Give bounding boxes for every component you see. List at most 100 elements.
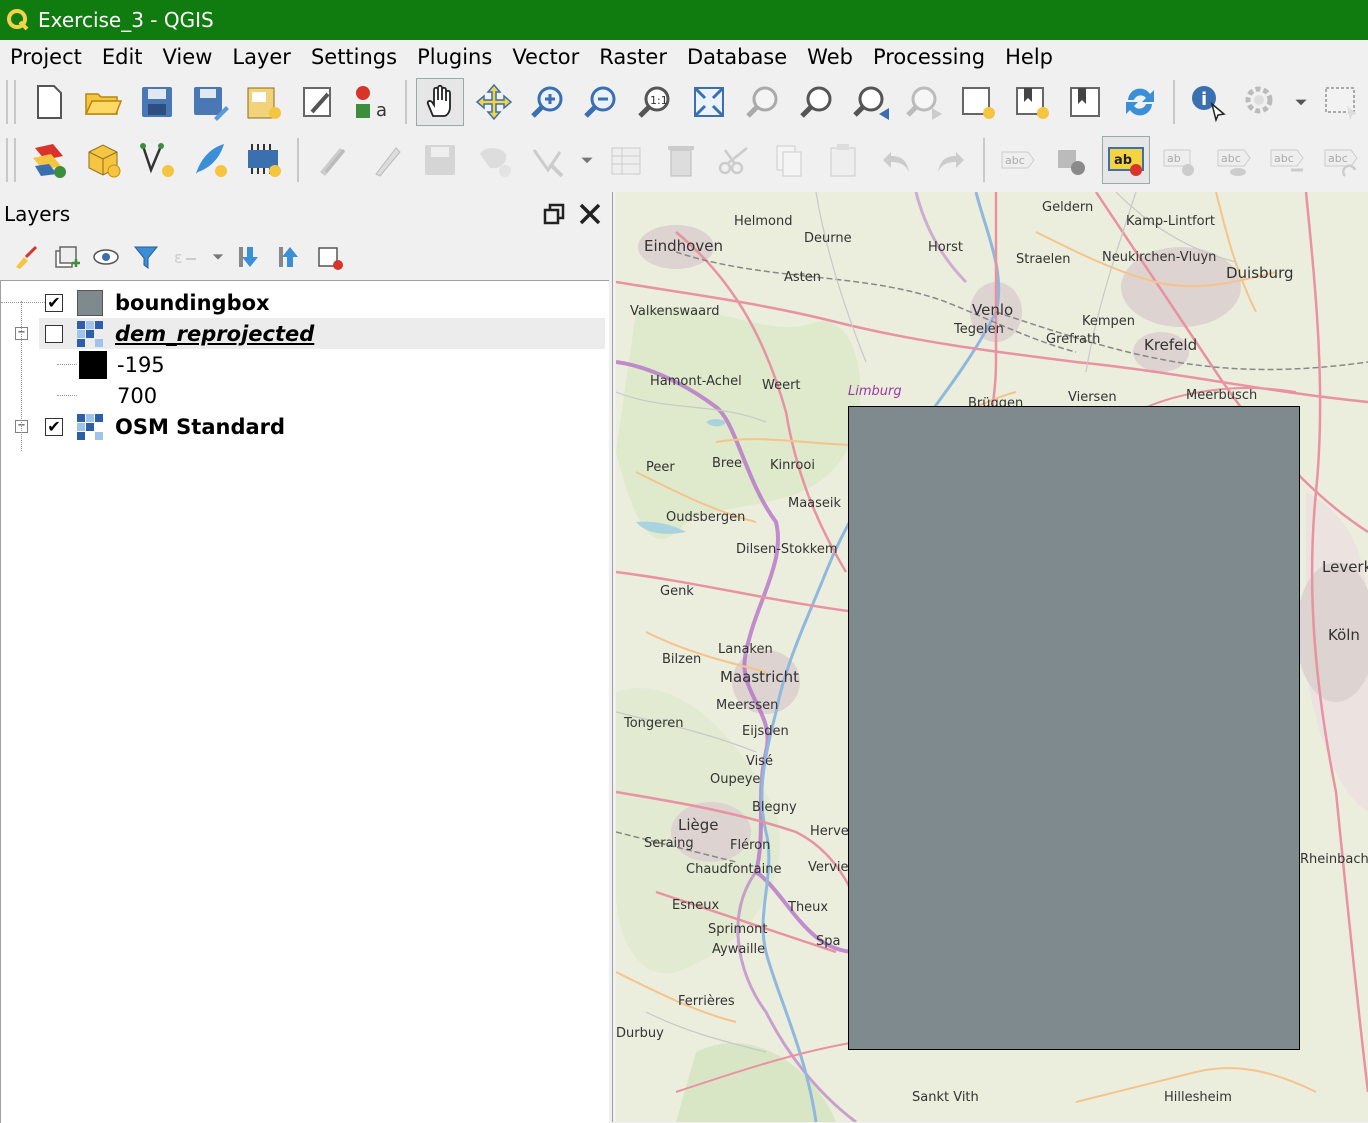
style-manager-button[interactable]: a: [348, 78, 396, 126]
zoom-next-button[interactable]: [900, 78, 948, 126]
delete-selected-button[interactable]: [657, 136, 705, 184]
zoom-in-button[interactable]: [524, 78, 572, 126]
vertex-dropdown[interactable]: [577, 136, 597, 184]
current-edits-button[interactable]: [308, 136, 356, 184]
menu-settings[interactable]: Settings: [301, 45, 407, 69]
pan-map-button[interactable]: [415, 78, 464, 126]
close-panel-button[interactable]: [576, 200, 604, 228]
layer-visibility-checkbox[interactable]: ✔: [45, 293, 63, 312]
show-hide-labels-button[interactable]: abc: [1210, 136, 1258, 184]
toggle-editing-button[interactable]: [362, 136, 410, 184]
open-project-button[interactable]: [79, 78, 127, 126]
menu-vector[interactable]: Vector: [502, 45, 589, 69]
new-shapefile-button[interactable]: [133, 136, 181, 184]
manage-themes-button[interactable]: [90, 241, 122, 273]
new-temporary-layer-button[interactable]: [187, 136, 235, 184]
add-group-button[interactable]: [50, 241, 82, 273]
toolbar-grip[interactable]: [6, 80, 16, 124]
remove-layer-button[interactable]: [314, 241, 346, 273]
move-label-button[interactable]: abc: [1263, 136, 1311, 184]
pin-labels-button[interactable]: [1048, 136, 1096, 184]
cut-button[interactable]: [711, 136, 759, 184]
label-pin-icon: ab: [1163, 149, 1194, 176]
zoom-next-icon: [906, 86, 943, 120]
new-file-icon: [36, 85, 62, 119]
layer-row-osm-standard[interactable]: ✔ OSM Standard: [45, 411, 285, 442]
pencil-icon: [375, 147, 401, 177]
data-source-manager-button[interactable]: [25, 136, 73, 184]
new-bookmark-button[interactable]: [1008, 78, 1056, 126]
map-label: Peer: [646, 460, 675, 475]
save-edits-button[interactable]: [416, 136, 464, 184]
save-as-button[interactable]: [187, 78, 235, 126]
toolbar-grip[interactable]: [6, 138, 16, 182]
expand-all-button[interactable]: [234, 241, 266, 273]
zoom-full-button[interactable]: [685, 78, 733, 126]
new-geopackage-button[interactable]: [79, 136, 127, 184]
menu-web[interactable]: Web: [797, 45, 863, 69]
zoom-native-button[interactable]: 1:1: [631, 78, 679, 126]
layer-row-boundingbox[interactable]: ✔ boundingbox: [1, 287, 270, 318]
map-label: Oudsbergen: [666, 510, 746, 525]
zoom-to-layer-button[interactable]: [793, 78, 841, 126]
new-map-view-button[interactable]: [954, 78, 1002, 126]
menu-view[interactable]: View: [153, 45, 223, 69]
new-print-layout-button[interactable]: [240, 78, 288, 126]
new-virtual-layer-button[interactable]: [240, 136, 288, 184]
paste-button[interactable]: [819, 136, 867, 184]
highlight-pinned-button[interactable]: ab: [1156, 136, 1204, 184]
action-button[interactable]: [1238, 78, 1286, 126]
menu-help[interactable]: Help: [995, 45, 1063, 69]
remove-layer-icon: [318, 247, 343, 270]
layout-manager-button[interactable]: [294, 78, 342, 126]
digitize-button[interactable]: [470, 136, 518, 184]
modify-attributes-button[interactable]: [603, 136, 651, 184]
map-canvas[interactable]: Eindhoven Helmond Deurne Horst Geldern K…: [616, 192, 1368, 1122]
layer-labeling-button[interactable]: ab: [1101, 136, 1150, 184]
copy-button[interactable]: [765, 136, 813, 184]
select-features-button[interactable]: [1317, 78, 1365, 126]
action-dropdown[interactable]: [1291, 78, 1311, 126]
filter-expression-dropdown[interactable]: [210, 241, 226, 273]
menu-bar: Project Edit View Layer Settings Plugins…: [0, 40, 1368, 74]
undo-button[interactable]: [873, 136, 921, 184]
map-label: Horst: [928, 240, 963, 255]
zoom-to-selection-button[interactable]: [739, 78, 787, 126]
menu-layer[interactable]: Layer: [222, 45, 301, 69]
map-label: Sprimont: [708, 922, 768, 937]
float-panel-button[interactable]: [540, 200, 568, 228]
label-tool-button[interactable]: abc: [994, 136, 1042, 184]
bookmarks-icon: [1069, 87, 1100, 117]
zoom-out-button[interactable]: [577, 78, 625, 126]
save-project-button[interactable]: [133, 78, 181, 126]
identify-button[interactable]: i: [1184, 78, 1232, 126]
refresh-button[interactable]: [1116, 78, 1164, 126]
menu-edit[interactable]: Edit: [92, 45, 153, 69]
open-styling-button[interactable]: [10, 241, 42, 273]
collapse-all-button[interactable]: [274, 241, 306, 273]
vertex-tool-button[interactable]: [524, 136, 572, 184]
zoom-last-button[interactable]: [847, 78, 895, 126]
new-project-button[interactable]: [25, 78, 73, 126]
filter-icon: [133, 246, 159, 269]
menu-project[interactable]: Project: [0, 45, 92, 69]
expression-filter-icon: ε: [174, 248, 196, 267]
filter-legend-button[interactable]: [130, 241, 162, 273]
menu-processing[interactable]: Processing: [863, 45, 995, 69]
layer-visibility-checkbox[interactable]: [45, 324, 63, 343]
svg-text:abc: abc: [1274, 152, 1294, 165]
pan-to-selection-button[interactable]: [470, 78, 518, 126]
rotate-label-button[interactable]: abc: [1317, 136, 1365, 184]
redo-button[interactable]: [926, 136, 974, 184]
layer-visibility-checkbox[interactable]: ✔: [45, 417, 63, 436]
chevron-down-icon: [212, 254, 224, 260]
map-label: Kempen: [1082, 314, 1136, 329]
menu-plugins[interactable]: Plugins: [407, 45, 502, 69]
menu-raster[interactable]: Raster: [589, 45, 677, 69]
layer-row-dem-reprojected[interactable]: dem_reprojected: [39, 318, 605, 349]
toolbar-separator: [983, 138, 986, 182]
menu-database[interactable]: Database: [677, 45, 797, 69]
show-bookmarks-button[interactable]: [1062, 78, 1110, 126]
toolbar-main: a 1:1 i: [0, 74, 1368, 130]
filter-expression-button[interactable]: ε: [170, 241, 202, 273]
